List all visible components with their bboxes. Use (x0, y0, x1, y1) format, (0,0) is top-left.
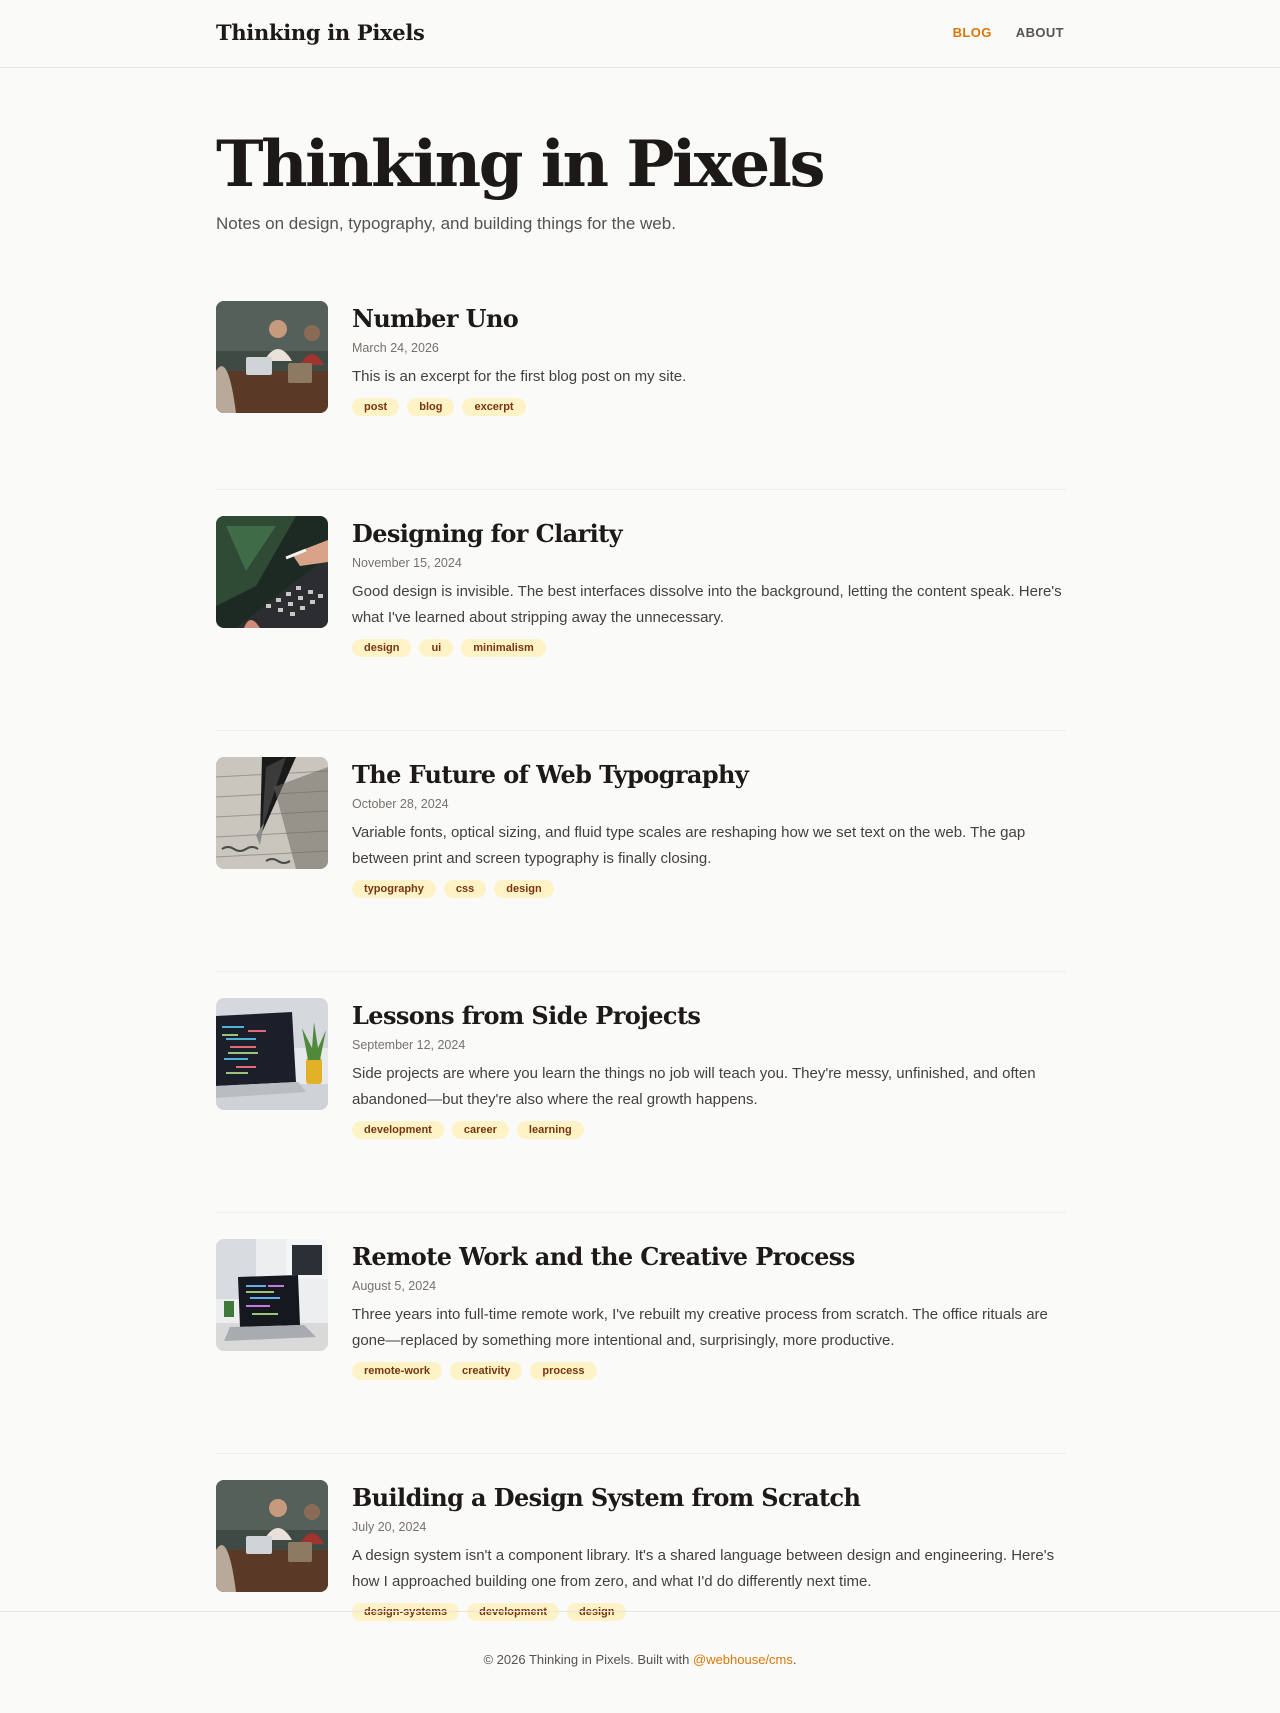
post-thumbnail[interactable] (216, 757, 328, 869)
nav-link-about[interactable]: ABOUT (1016, 25, 1064, 40)
post-title[interactable]: Lessons from Side Projects (352, 1000, 1066, 1032)
site-header: Thinking in Pixels BLOG ABOUT (0, 0, 1280, 68)
tag-remote-work[interactable]: remote-work (352, 1362, 443, 1380)
post-title[interactable]: Remote Work and the Creative Process (352, 1241, 1066, 1273)
tag-design[interactable]: design (494, 880, 554, 898)
post-thumbnail[interactable] (216, 1239, 328, 1351)
post-item: Designing for Clarity November 15, 2024 … (216, 516, 1066, 731)
post-date: November 15, 2024 (352, 556, 462, 570)
post-excerpt: Variable fonts, optical sizing, and flui… (352, 824, 1026, 867)
tag-creativity[interactable]: creativity (450, 1362, 523, 1380)
footer-copyright: © 2026 Thinking in Pixels. Built with (483, 1652, 693, 1667)
tag-learning[interactable]: learning (516, 1121, 584, 1139)
tag-post[interactable]: post (352, 398, 400, 416)
nav-link-blog[interactable]: BLOG (953, 25, 992, 40)
tag-minimalism[interactable]: minimalism (461, 639, 546, 657)
post-item: Remote Work and the Creative Process Aug… (216, 1239, 1066, 1454)
post-thumbnail[interactable] (216, 516, 328, 628)
post-tags: remote-work creativity process (352, 1362, 1066, 1380)
post-thumbnail[interactable] (216, 1480, 328, 1592)
post-item: The Future of Web Typography October 28,… (216, 757, 1066, 972)
post-excerpt: Three years into full-time remote work, … (352, 1306, 1048, 1349)
tag-blog[interactable]: blog (407, 398, 455, 416)
page-title: Thinking in Pixels (216, 127, 826, 202)
post-list: Number Uno March 24, 2026 This is an exc… (216, 301, 1066, 1695)
tag-excerpt[interactable]: excerpt (462, 398, 526, 416)
post-excerpt: Side projects are where you learn the th… (352, 1065, 1036, 1108)
post-thumbnail[interactable] (216, 301, 328, 413)
post-excerpt: A design system isn't a component librar… (352, 1547, 1055, 1590)
tag-design[interactable]: design (352, 639, 412, 657)
post-title[interactable]: The Future of Web Typography (352, 759, 1066, 791)
main-nav: BLOG ABOUT (953, 25, 1064, 40)
post-date: July 20, 2024 (352, 1520, 427, 1534)
page-subtitle: Notes on design, typography, and buildin… (216, 214, 676, 233)
tag-career[interactable]: career (451, 1121, 509, 1139)
tag-process[interactable]: process (530, 1362, 597, 1380)
post-excerpt: This is an excerpt for the first blog po… (352, 368, 687, 385)
post-thumbnail[interactable] (216, 998, 328, 1110)
tag-typography[interactable]: typography (352, 880, 436, 898)
tag-development[interactable]: development (352, 1121, 444, 1139)
post-tags: post blog excerpt (352, 398, 1066, 416)
post-date: March 24, 2026 (352, 341, 439, 355)
post-date: August 5, 2024 (352, 1279, 437, 1293)
post-title[interactable]: Building a Design System from Scratch (352, 1482, 1066, 1514)
footer-suffix: . (792, 1652, 797, 1667)
post-title[interactable]: Number Uno (352, 303, 1066, 335)
footer-cms-link[interactable]: @webhouse/cms (693, 1652, 793, 1667)
site-footer: © 2026 Thinking in Pixels. Built with @w… (0, 1611, 1280, 1713)
hero: Thinking in Pixels Notes on design, typo… (216, 128, 1066, 234)
tag-css[interactable]: css (443, 880, 487, 898)
post-excerpt: Good design is invisible. The best inter… (352, 583, 1062, 626)
post-tags: design ui minimalism (352, 639, 1066, 657)
tag-ui[interactable]: ui (419, 639, 454, 657)
post-item: Lessons from Side Projects September 12,… (216, 998, 1066, 1213)
post-title[interactable]: Designing for Clarity (352, 518, 1066, 550)
footer-text: © 2026 Thinking in Pixels. Built with @w… (0, 1652, 1280, 1667)
post-item: Number Uno March 24, 2026 This is an exc… (216, 301, 1066, 490)
post-tags: typography css design (352, 880, 1066, 898)
post-date: September 12, 2024 (352, 1038, 466, 1052)
post-tags: development career learning (352, 1121, 1066, 1139)
site-brand-link[interactable]: Thinking in Pixels (216, 20, 425, 45)
post-date: October 28, 2024 (352, 797, 449, 811)
